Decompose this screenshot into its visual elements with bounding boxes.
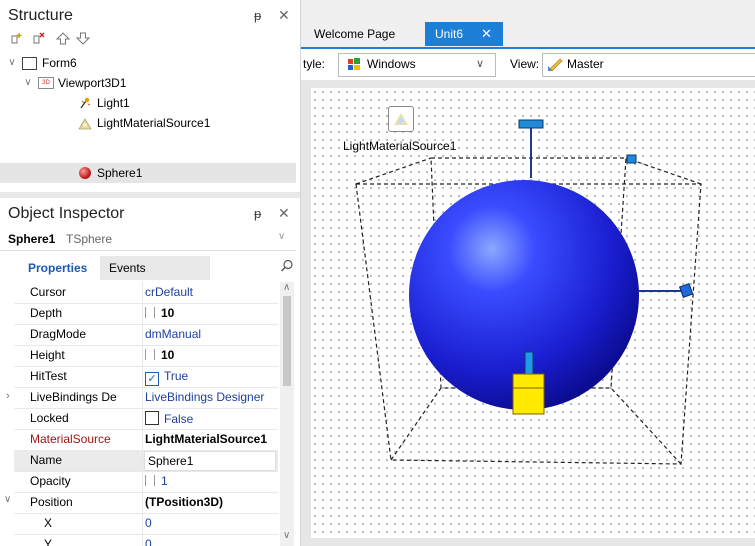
tree-item-label: Light1 bbox=[97, 96, 130, 110]
move-down-icon[interactable] bbox=[75, 32, 91, 45]
style-select[interactable]: Windows ∨ bbox=[338, 53, 496, 77]
structure-title: Structure bbox=[8, 7, 73, 24]
tab-properties[interactable]: Properties bbox=[20, 256, 100, 280]
close-icon[interactable]: ✕ bbox=[278, 7, 290, 24]
numeric-icon bbox=[145, 475, 155, 486]
move-up-icon[interactable] bbox=[55, 32, 71, 45]
property-row-livebindings[interactable]: › LiveBindings De LiveBindings Designer bbox=[6, 387, 278, 409]
property-row-hittest[interactable]: HitTest ✓ True bbox=[14, 366, 278, 388]
property-grid: Cursor crDefault Depth 10 DragMode dmMan… bbox=[0, 282, 296, 546]
scrollbar-thumb[interactable] bbox=[283, 296, 291, 386]
viewport3d-icon: 3D bbox=[38, 77, 54, 89]
property-row-cursor[interactable]: Cursor crDefault bbox=[14, 282, 278, 304]
windows-logo-icon bbox=[347, 57, 361, 71]
tree-item-label: LightMaterialSource1 bbox=[97, 116, 211, 130]
add-item-icon[interactable] bbox=[10, 32, 24, 45]
material-source-icon bbox=[78, 116, 92, 130]
search-icon[interactable] bbox=[280, 259, 294, 273]
structure-panel: Structure ᵽ ✕ ∨ Form6 ∨ 3D Viewport3D1 L… bbox=[0, 0, 300, 196]
view-label: View: bbox=[510, 57, 540, 71]
object-name: Sphere1 bbox=[8, 232, 56, 246]
structure-toolbar bbox=[10, 30, 130, 50]
object-type: TSphere bbox=[66, 232, 113, 246]
object-inspector-title: Object Inspector bbox=[8, 205, 125, 222]
tree-item-label: Viewport3D1 bbox=[58, 76, 127, 90]
viewport3d[interactable] bbox=[311, 88, 755, 538]
form-icon bbox=[22, 57, 37, 70]
left-panel: Structure ᵽ ✕ ∨ Form6 ∨ 3D Viewport3D1 L… bbox=[0, 0, 301, 546]
property-row-name[interactable]: Name Sphere1 bbox=[14, 450, 278, 472]
property-row-x[interactable]: X 0 bbox=[14, 513, 278, 535]
checkbox-checked[interactable]: ✓ bbox=[145, 372, 159, 386]
object-inspector-panel: Object Inspector ᵽ ✕ Sphere1 TSphere ∨ P… bbox=[0, 198, 300, 546]
view-select[interactable]: Master bbox=[542, 53, 755, 77]
chevron-right-icon[interactable]: › bbox=[6, 390, 10, 402]
numeric-icon bbox=[145, 349, 155, 360]
property-row-depth[interactable]: Depth 10 bbox=[14, 303, 278, 325]
tree-item-label: Sphere1 bbox=[97, 166, 143, 180]
inspector-tabs: Properties Events bbox=[0, 256, 296, 280]
style-label: tyle: bbox=[303, 57, 326, 71]
scrollbar[interactable]: ∧ ∨ bbox=[280, 282, 294, 546]
sphere-icon bbox=[79, 167, 91, 179]
form-canvas[interactable]: LightMaterialSource1 bbox=[311, 88, 755, 538]
checkbox-unchecked[interactable] bbox=[145, 411, 159, 425]
chevron-down-icon[interactable]: ∨ bbox=[22, 73, 34, 93]
tab-unit6[interactable]: Unit6 ✕ bbox=[425, 22, 503, 46]
close-icon[interactable]: ✕ bbox=[278, 205, 290, 222]
tree-item-light1[interactable]: Light1 bbox=[0, 93, 296, 113]
property-row-y[interactable]: Y 0 bbox=[14, 534, 278, 546]
tree-item-lightmaterialsource1[interactable]: LightMaterialSource1 bbox=[0, 113, 296, 133]
tree-item-label: Form6 bbox=[42, 56, 77, 70]
property-row-opacity[interactable]: Opacity 1 bbox=[14, 471, 278, 493]
tab-events[interactable]: Events bbox=[100, 256, 210, 280]
design-surface: LightMaterialSource1 bbox=[301, 80, 755, 546]
tree-item-viewport3d1[interactable]: ∨ 3D Viewport3D1 bbox=[0, 73, 296, 93]
pin-icon[interactable]: ᵽ bbox=[254, 206, 261, 221]
chevron-down-icon[interactable]: ∨ bbox=[476, 57, 484, 70]
close-icon[interactable]: ✕ bbox=[481, 26, 492, 42]
name-input[interactable]: Sphere1 bbox=[144, 451, 276, 471]
property-row-height[interactable]: Height 10 bbox=[14, 345, 278, 367]
tab-welcome-page[interactable]: Welcome Page bbox=[305, 22, 423, 46]
design-view-icon bbox=[547, 57, 563, 72]
component-caption: LightMaterialSource1 bbox=[343, 139, 457, 153]
scroll-up-icon[interactable]: ∧ bbox=[283, 282, 290, 293]
tree-item-sphere1[interactable]: Sphere1 bbox=[0, 163, 296, 183]
tree-item-form6[interactable]: ∨ Form6 bbox=[0, 53, 296, 73]
property-row-materialsource[interactable]: MaterialSource LightMaterialSource1 bbox=[14, 429, 278, 451]
chevron-down-icon[interactable]: ∨ bbox=[6, 53, 18, 73]
chevron-down-icon[interactable]: ∨ bbox=[4, 494, 11, 505]
pin-icon[interactable]: ᵽ bbox=[254, 8, 261, 23]
design-toolbar: tyle: Windows ∨ View: Master bbox=[301, 47, 755, 82]
object-selector[interactable]: Sphere1 TSphere ∨ bbox=[0, 228, 296, 251]
property-row-dragmode[interactable]: DragMode dmManual bbox=[14, 324, 278, 346]
property-row-locked[interactable]: Locked False bbox=[14, 408, 278, 430]
editor-tabs: Welcome Page Unit6 ✕ bbox=[301, 22, 755, 46]
property-row-position[interactable]: ∨ Position (TPosition3D) bbox=[4, 492, 278, 514]
lightmaterialsource-component[interactable] bbox=[388, 106, 414, 132]
editor-area: Welcome Page Unit6 ✕ tyle: Windows ∨ Vie… bbox=[301, 0, 755, 546]
delete-item-icon[interactable] bbox=[32, 32, 46, 45]
chevron-down-icon[interactable]: ∨ bbox=[278, 231, 285, 242]
light-icon bbox=[78, 96, 92, 110]
scroll-down-icon[interactable]: ∨ bbox=[283, 530, 290, 541]
numeric-icon bbox=[145, 307, 155, 318]
